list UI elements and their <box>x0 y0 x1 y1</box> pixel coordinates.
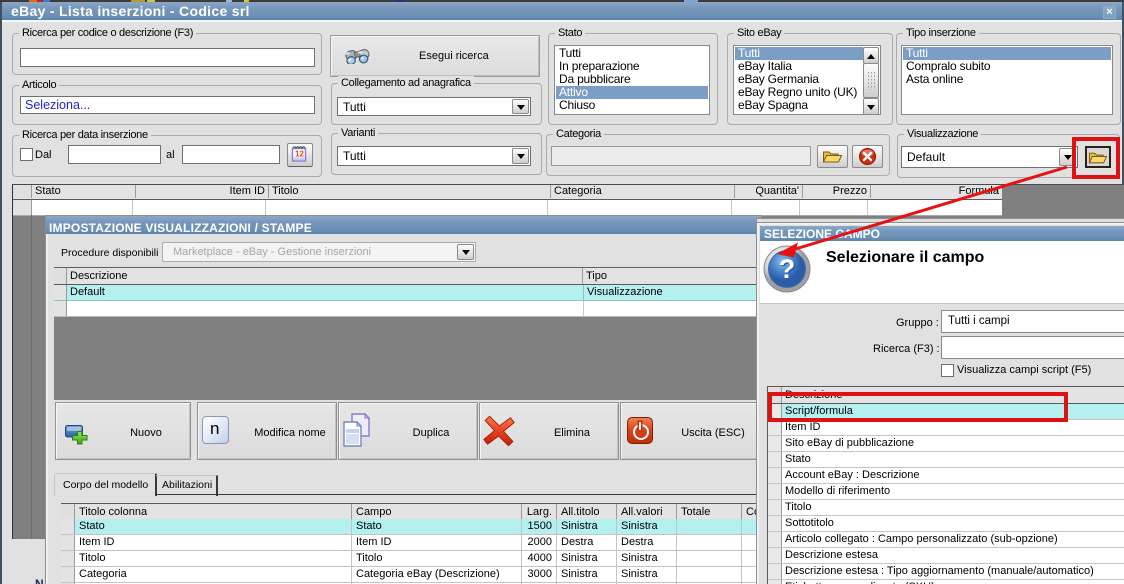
svg-text:12: 12 <box>295 150 304 159</box>
svg-text:?: ? <box>779 254 796 284</box>
